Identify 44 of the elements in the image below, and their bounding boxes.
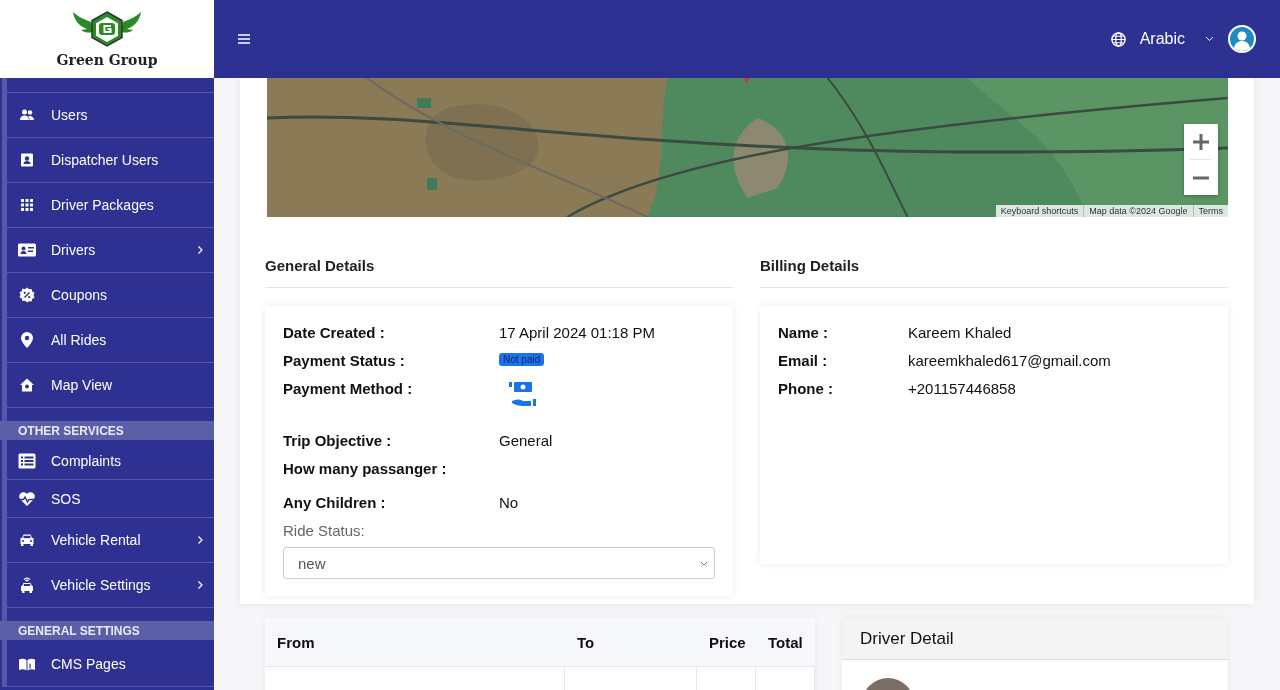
- status-badge: Not paid: [499, 353, 545, 366]
- sidebar-item[interactable]: Coupons: [7, 273, 214, 318]
- sidebar-item[interactable]: Drivers: [7, 228, 214, 273]
- field-label: Name :: [778, 324, 830, 341]
- field-label: Trip Objective :: [283, 432, 393, 449]
- field-label: Phone :: [778, 380, 834, 397]
- sidebar-item[interactable]: Complaints: [7, 442, 214, 480]
- column-header: To: [576, 633, 596, 651]
- section-header: GENERAL SETTINGS: [0, 621, 214, 640]
- field-label: Date Created :: [283, 324, 386, 341]
- field-value: 17 April 2024 01:18 PM: [499, 324, 656, 341]
- language-dropdown[interactable]: Arabic: [1139, 30, 1214, 48]
- column-header: From: [276, 633, 316, 651]
- section-header: OTHER SERVICES: [0, 421, 214, 440]
- field-value: General: [499, 432, 554, 449]
- field-label: Ride Status:: [283, 522, 366, 539]
- field-value: +201157446858: [908, 380, 1017, 397]
- section-title: General Details: [265, 257, 733, 288]
- section-title: Billing Details: [760, 257, 1228, 288]
- status-dropdown[interactable]: new: [283, 547, 715, 579]
- brand-name: Green Group: [56, 52, 158, 68]
- field-value: Kareem Khaled: [908, 324, 1013, 341]
- map-attribution-link[interactable]: Keyboard shortcuts: [995, 205, 1084, 217]
- sidebar-item[interactable]: Dispatcher Users: [7, 138, 214, 183]
- sidebar-item[interactable]: Map View: [7, 363, 214, 408]
- field-label: Payment Status :: [283, 352, 406, 369]
- field-label: Any Children :: [283, 494, 387, 511]
- column-header: Price: [708, 633, 747, 651]
- sidebar-item[interactable]: Driver Packages: [7, 183, 214, 228]
- sidebar-item[interactable]: SOS: [7, 480, 214, 518]
- map-attribution-link[interactable]: Terms: [1192, 205, 1228, 217]
- card-title: Driver Detail: [842, 618, 1228, 660]
- map-attribution-link[interactable]: Map data ©2024 Google: [1083, 205, 1193, 217]
- column-header: Total: [767, 633, 804, 651]
- sidebar-item[interactable]: Vehicle Settings: [7, 563, 214, 608]
- sidebar-item[interactable]: All Rides: [7, 318, 214, 363]
- field-label: Payment Method :: [283, 380, 414, 397]
- field-value: No: [499, 494, 520, 511]
- field-label: How many passanger :: [283, 460, 448, 477]
- sidebar-item[interactable]: CMS Pages: [7, 642, 214, 687]
- sidebar-item[interactable]: Users: [7, 93, 214, 138]
- sidebar-item[interactable]: Vehicle Rental: [7, 518, 214, 563]
- field-value: kareemkhaled617@gmail.com: [908, 352, 1112, 369]
- field-label: Email :: [778, 352, 829, 369]
